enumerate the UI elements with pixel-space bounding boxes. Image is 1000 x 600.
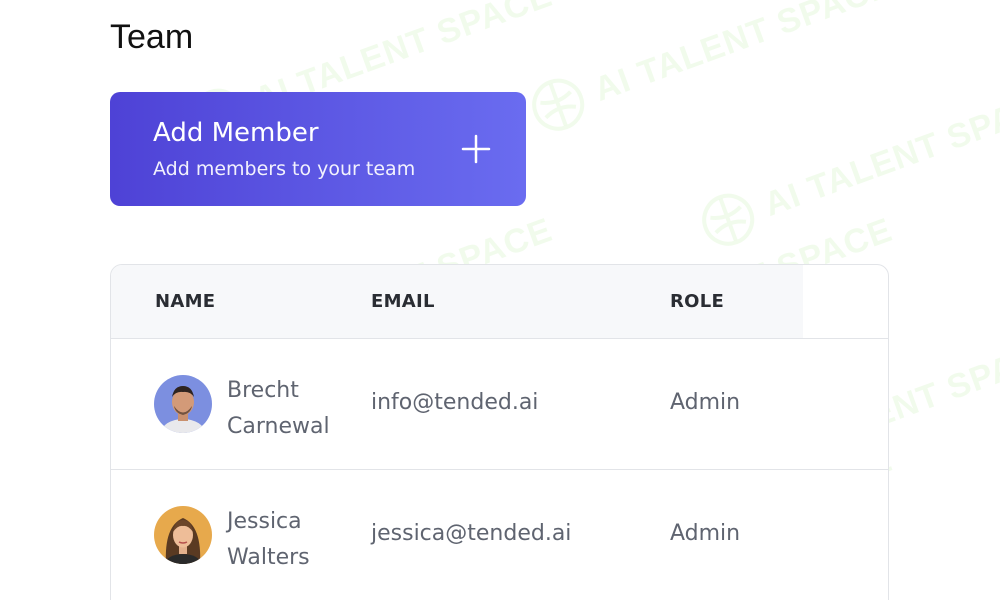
brain-logo-icon: [532, 78, 585, 131]
brain-logo-icon: [702, 193, 755, 246]
add-member-subtitle: Add members to your team: [153, 158, 416, 180]
member-first-name: Jessica: [227, 509, 302, 534]
team-page: AI TALENT SPACE AI TALENT SPACE AI TALEN…: [0, 0, 1000, 600]
avatar: [154, 375, 212, 433]
column-header-role: ROLE: [670, 291, 725, 312]
member-first-name: Brecht: [227, 378, 299, 403]
member-last-name: Walters: [227, 545, 310, 570]
table-row[interactable]: Jessica Walters jessica@tended.ai Admin: [111, 470, 888, 600]
member-email: jessica@tended.ai: [371, 521, 572, 546]
column-header-email: EMAIL: [371, 291, 435, 312]
plus-icon[interactable]: [460, 133, 492, 165]
member-role: Admin: [670, 521, 741, 546]
avatar-man-icon: [154, 375, 212, 433]
team-table: NAME EMAIL ROLE Brecht Carnewal info@ten…: [110, 264, 889, 600]
watermark: AI TALENT SPACE: [690, 70, 1000, 258]
add-member-title: Add Member: [153, 118, 319, 148]
avatar: [154, 506, 212, 564]
member-name: Jessica Walters: [227, 504, 357, 576]
member-role: Admin: [670, 390, 741, 415]
member-last-name: Carnewal: [227, 414, 330, 439]
member-email: info@tended.ai: [371, 390, 539, 415]
table-header: NAME EMAIL ROLE: [111, 265, 803, 338]
member-name: Brecht Carnewal: [227, 373, 357, 445]
watermark: AI TALENT SPACE: [520, 0, 901, 143]
add-member-button[interactable]: Add Member Add members to your team: [110, 92, 526, 206]
avatar-woman-icon: [154, 506, 212, 564]
column-header-name: NAME: [155, 291, 216, 312]
table-row[interactable]: Brecht Carnewal info@tended.ai Admin: [111, 339, 888, 469]
page-title: Team: [110, 18, 194, 56]
